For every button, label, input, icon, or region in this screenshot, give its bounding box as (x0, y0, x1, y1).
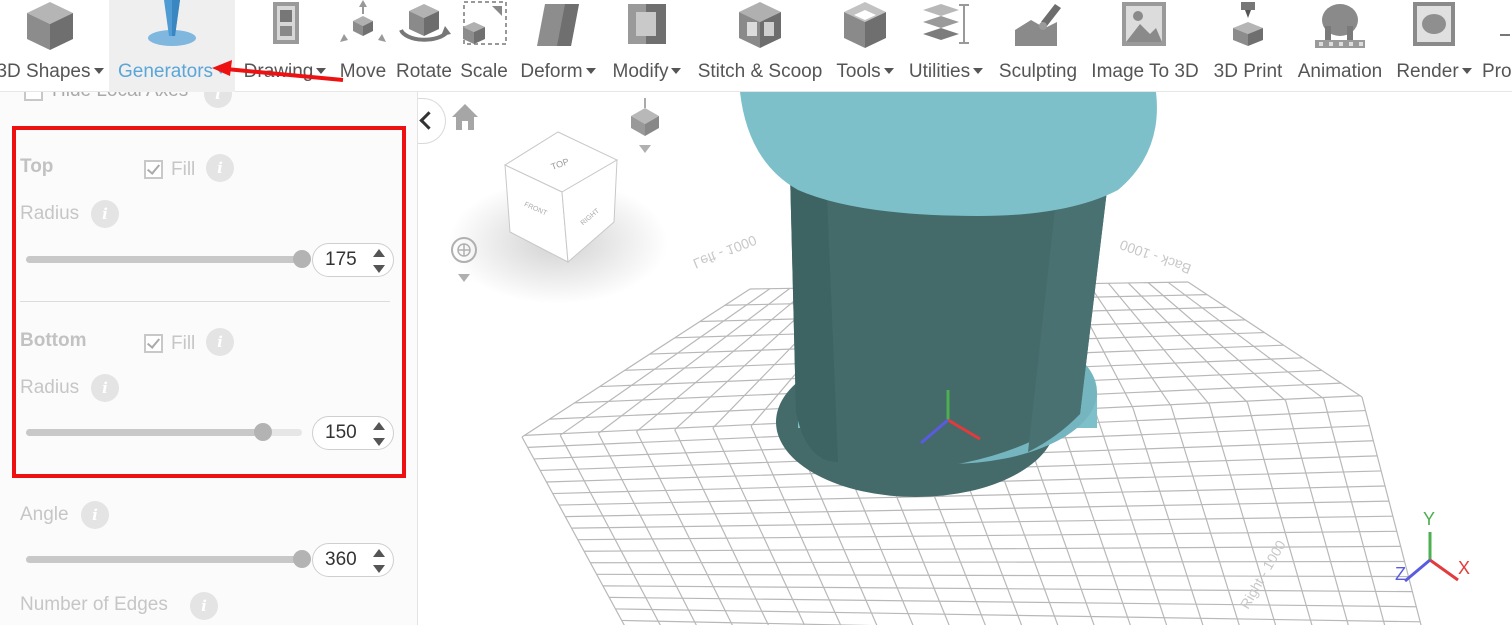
scene-canvas[interactable]: Left - 1000 Back - 1000 Right - 1000 TOP… (418, 92, 1512, 625)
info-icon[interactable]: i (204, 92, 232, 108)
angle-input[interactable]: 360 (312, 543, 394, 577)
slider-handle[interactable] (293, 550, 311, 568)
home-icon[interactable] (452, 104, 478, 130)
grid-label-right: Right - 1000 (1237, 537, 1289, 611)
generator-settings-panel: Hide Local Axes i Top Fill i Radius i 17… (0, 92, 418, 625)
highlight-box (12, 126, 406, 478)
axis-x-label: X (1458, 558, 1470, 578)
edges-label: Number of Edges (20, 594, 168, 615)
axis-y-label: Y (1423, 509, 1435, 529)
grid-label-back: Back - 1000 (1117, 237, 1193, 278)
grid-label-left: Left - 1000 (691, 232, 759, 272)
3d-viewport[interactable]: Left - 1000 Back - 1000 Right - 1000 TOP… (418, 92, 1512, 625)
axis-z-label: Z (1395, 564, 1406, 584)
menu-icon[interactable] (1500, 34, 1510, 36)
view-mode-icon[interactable] (631, 98, 659, 153)
hide-local-axes-checkbox[interactable] (24, 92, 43, 101)
number-spinner[interactable] (373, 549, 385, 573)
chevron-left-icon (419, 111, 438, 130)
info-icon[interactable]: i (81, 501, 109, 529)
angle-label: Angle (20, 504, 69, 525)
annotation-arrow (212, 60, 344, 82)
main-toolbar: 3D Shapes Generators Drawing Move Rotate… (0, 0, 1512, 92)
view-cube[interactable]: TOP FRONT RIGHT (448, 131, 668, 304)
axis-triad: Y X Z (1395, 509, 1470, 584)
angle-slider[interactable] (26, 550, 311, 568)
info-icon[interactable]: i (190, 592, 218, 620)
hide-local-axes-label: Hide Local Axes (52, 92, 188, 102)
app-window: 3D Shapes Generators Drawing Move Rotate… (0, 0, 1512, 625)
